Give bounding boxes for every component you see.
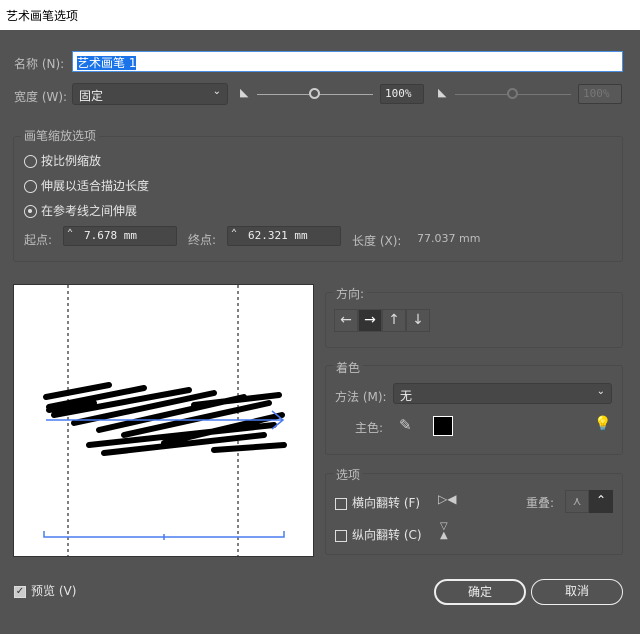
end-value: 62.321 mm — [248, 229, 308, 242]
radio-label: 在参考线之间伸展 — [41, 204, 138, 218]
method-label: 方法 (M): — [335, 390, 387, 404]
overlap-option-2-button[interactable]: ⌃ — [589, 490, 613, 513]
width-select[interactable]: 固定 ⌄ — [72, 83, 228, 105]
start-input[interactable]: ⌃ 7.678 mm — [63, 226, 177, 246]
flip-vertical-checkbox[interactable]: 纵向翻转 (C) — [335, 526, 422, 543]
key-color-swatch[interactable] — [433, 416, 453, 436]
tips-lightbulb-icon[interactable]: 💡 — [594, 416, 611, 432]
direction-buttons: ← → ↑ ↓ — [334, 309, 430, 332]
flip-horizontal-checkbox[interactable]: 横向翻转 (F) — [335, 494, 420, 511]
stepper-icon[interactable]: ⌃ — [67, 228, 73, 239]
checkbox-icon — [335, 497, 347, 510]
preview-label: 预览 (V) — [31, 584, 77, 598]
checkbox-icon — [335, 529, 347, 542]
checkmark-icon: ✓ — [14, 585, 26, 598]
colorize-group — [325, 365, 623, 455]
brush-scribble — [43, 382, 287, 456]
flip-horizontal-icon: ▷◀ — [438, 492, 457, 506]
end-label: 终点: — [188, 233, 217, 247]
cancel-button[interactable]: 取消 — [531, 579, 623, 605]
width-select-value: 固定 — [79, 89, 104, 103]
length-label: 长度 (X): — [352, 234, 402, 248]
options-title: 选项 — [333, 466, 364, 483]
radio-stretch-fit[interactable]: 伸展以适合描边长度 — [24, 177, 149, 194]
name-input[interactable]: 艺术画笔 1 — [72, 51, 623, 72]
end-input[interactable]: ⌃ 62.321 mm — [227, 226, 341, 246]
width-slider-2-handle[interactable] — [507, 88, 518, 99]
direction-title: 方向: — [333, 285, 368, 302]
flip-h-label: 横向翻转 (F) — [352, 496, 421, 510]
scale-group-title: 画笔缩放选项 — [21, 127, 100, 144]
width-percent-input-2: 100% — [578, 84, 622, 104]
radio-icon — [24, 180, 37, 193]
width-percent-input[interactable]: 100% — [380, 84, 424, 104]
direction-down-button[interactable]: ↓ — [406, 309, 430, 332]
width-label: 宽度 (W): — [14, 90, 68, 104]
radio-label: 伸展以适合描边长度 — [41, 179, 150, 193]
flip-vertical-icon: ▽ ▲ — [440, 521, 448, 541]
overlap-option-1-button[interactable]: ⋏ — [565, 490, 589, 513]
pressure-icon-2: ◣ — [438, 86, 447, 99]
pressure-icon: ◣ — [240, 86, 249, 99]
length-value: 77.037 mm — [417, 232, 481, 245]
brush-preview[interactable] — [13, 284, 314, 557]
flip-v-label: 纵向翻转 (C) — [352, 528, 422, 542]
name-value: 艺术画笔 1 — [77, 56, 137, 70]
radio-selected-icon — [24, 205, 37, 218]
stepper-icon[interactable]: ⌃ — [231, 228, 237, 239]
start-label: 起点: — [24, 233, 53, 247]
window-title: 艺术画笔选项 — [6, 9, 79, 23]
preview-checkbox[interactable]: ✓ 预览 (V) — [14, 582, 76, 599]
ok-button[interactable]: 确定 — [434, 579, 526, 605]
direction-up-button[interactable]: ↑ — [382, 309, 406, 332]
method-select[interactable]: 无 ⌄ — [393, 383, 612, 404]
key-color-label: 主色: — [355, 421, 384, 435]
width-slider-handle[interactable] — [309, 88, 320, 99]
direction-left-button[interactable]: ← — [334, 309, 358, 332]
overlap-label: 重叠: — [526, 496, 555, 510]
radio-label: 按比例缩放 — [41, 154, 102, 168]
direction-right-button[interactable]: → — [358, 309, 382, 332]
length-bracket — [43, 531, 285, 540]
chevron-down-icon: ⌄ — [596, 386, 605, 397]
radio-proportional[interactable]: 按比例缩放 — [24, 152, 101, 169]
colorize-title: 着色 — [333, 359, 364, 376]
preview-canvas — [43, 285, 287, 556]
method-value: 无 — [400, 389, 413, 403]
title-bar: 艺术画笔选项 — [0, 0, 640, 30]
start-value: 7.678 mm — [84, 229, 137, 242]
radio-icon — [24, 155, 37, 168]
eyedropper-icon[interactable]: ✎ — [399, 416, 412, 434]
chevron-down-icon: ⌄ — [212, 86, 221, 97]
radio-stretch-guides[interactable]: 在参考线之间伸展 — [24, 202, 137, 219]
name-label: 名称 (N): — [14, 57, 65, 71]
